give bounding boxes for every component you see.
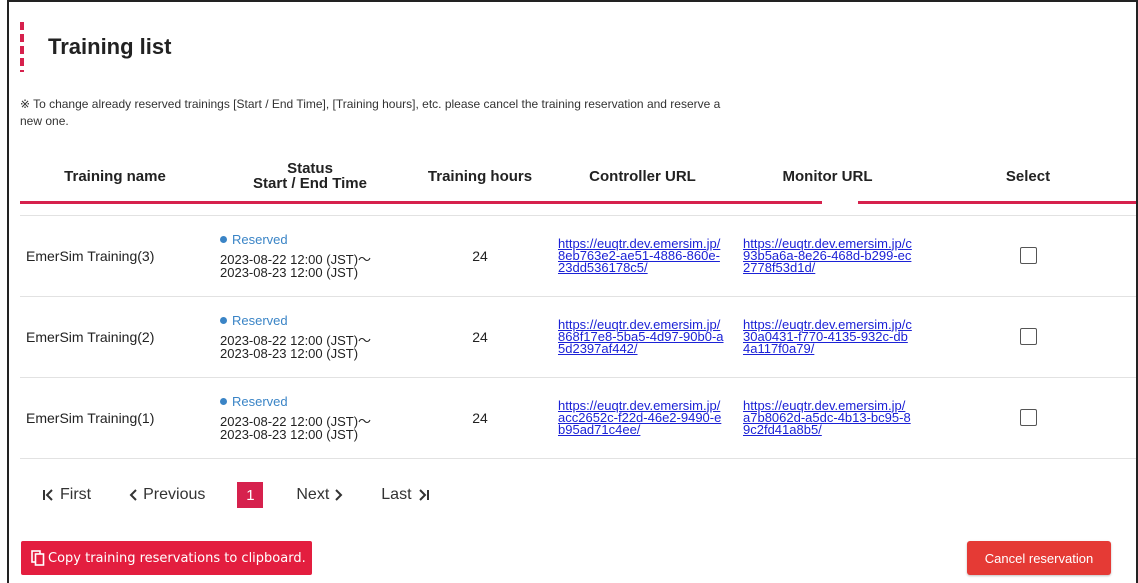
status-dot-icon	[220, 398, 227, 405]
table-header-row: Training name Status Start / End Time Tr…	[20, 152, 1136, 204]
chevron-left-icon	[129, 489, 137, 501]
monitor-url-link[interactable]: https://euqtr.dev.emersim.jp/a7b8062d-a5…	[743, 399, 912, 436]
controller-url-link[interactable]: https://euqtr.dev.emersim.jp/8eb763e2-ae…	[558, 237, 727, 274]
copy-reservations-label: Copy training reservations to clipboard.	[48, 550, 306, 566]
end-time: 2023-08-23 12:00 (JST)	[220, 265, 359, 280]
end-time: 2023-08-23 12:00 (JST)	[220, 346, 359, 361]
column-header-monitor-url: Monitor URL	[735, 152, 920, 204]
monitor-url-link[interactable]: https://euqtr.dev.emersim.jp/c30a0431-f7…	[743, 318, 912, 355]
column-header-indicator	[821, 200, 858, 204]
cancel-reservation-button[interactable]: Cancel reservation	[967, 541, 1111, 575]
chevron-bar-right-icon	[418, 489, 429, 501]
training-name: EmerSim Training(2)	[26, 328, 155, 345]
status-cell: Reserved 2023-08-22 12:00 (JST)～ 2023-08…	[210, 215, 410, 296]
pager-first-label: First	[60, 486, 92, 503]
pager-previous-label: Previous	[143, 486, 206, 503]
table-row: EmerSim Training(3) Reserved 2023-08-22 …	[20, 215, 1136, 296]
pager-first-button[interactable]: First	[38, 486, 91, 504]
controller-url-cell: https://euqtr.dev.emersim.jp/8eb763e2-ae…	[550, 215, 735, 296]
column-header-status-line2: Start / End Time	[253, 175, 367, 193]
pager-next-label: Next	[296, 486, 330, 503]
copy-icon	[31, 550, 45, 566]
notice-body: To change already reserved trainings [St…	[20, 97, 721, 128]
notice-mark: ※	[20, 97, 31, 111]
monitor-url-cell: https://euqtr.dev.emersim.jp/c93b5a6a-8e…	[735, 215, 920, 296]
column-header-training-name: Training name	[64, 167, 166, 185]
page-title: Training list	[48, 34, 172, 59]
training-name: EmerSim Training(3)	[26, 247, 155, 264]
status-label: Reserved	[232, 313, 288, 328]
chevron-right-icon	[335, 489, 343, 501]
select-cell	[920, 377, 1136, 458]
table-spacer-row	[20, 202, 1136, 216]
pagination: First Previous 1 Next Last	[38, 482, 466, 508]
controller-url-link[interactable]: https://euqtr.dev.emersim.jp/868f17e8-5b…	[558, 318, 727, 355]
training-table: Training name Status Start / End Time Tr…	[20, 152, 1136, 459]
training-hours: 24	[472, 409, 488, 426]
status-dot-icon	[220, 317, 227, 324]
end-time: 2023-08-23 12:00 (JST)	[220, 427, 359, 442]
controller-url-cell: https://euqtr.dev.emersim.jp/868f17e8-5b…	[550, 296, 735, 377]
column-header-select: Select	[1005, 167, 1051, 185]
select-checkbox[interactable]	[1019, 247, 1037, 265]
copy-reservations-button[interactable]: Copy training reservations to clipboard.	[21, 541, 312, 575]
status-badge: Reserved	[220, 313, 410, 328]
monitor-url-link[interactable]: https://euqtr.dev.emersim.jp/c93b5a6a-8e…	[743, 237, 912, 274]
select-checkbox[interactable]	[1019, 328, 1037, 346]
status-label: Reserved	[232, 394, 288, 409]
pager-next-button[interactable]: Next	[296, 486, 349, 504]
monitor-url-cell: https://euqtr.dev.emersim.jp/a7b8062d-a5…	[735, 377, 920, 458]
status-dot-icon	[220, 236, 227, 243]
chevron-bar-left-icon	[43, 489, 53, 501]
column-header-training-hours: Training hours	[427, 167, 533, 185]
status-label: Reserved	[232, 232, 288, 247]
training-hours: 24	[472, 328, 488, 345]
pager-last-button[interactable]: Last	[381, 486, 433, 504]
notice-text: ※ To change already reserved trainings [S…	[20, 96, 740, 130]
pager-previous-button[interactable]: Previous	[123, 486, 205, 504]
training-hours: 24	[472, 247, 488, 264]
column-header-status: Status Start / End Time	[210, 152, 410, 202]
pager-current-page[interactable]: 1	[237, 482, 264, 508]
controller-url-cell: https://euqtr.dev.emersim.jp/acc2652c-f2…	[550, 377, 735, 458]
select-cell	[920, 296, 1136, 377]
controller-url-link[interactable]: https://euqtr.dev.emersim.jp/acc2652c-f2…	[558, 399, 727, 436]
table-row: EmerSim Training(1) Reserved 2023-08-22 …	[20, 377, 1136, 458]
title-accent-bar	[20, 22, 24, 72]
select-checkbox[interactable]	[1019, 409, 1037, 427]
table-row: EmerSim Training(2) Reserved 2023-08-22 …	[20, 296, 1136, 377]
training-name: EmerSim Training(1)	[26, 409, 155, 426]
status-cell: Reserved 2023-08-22 12:00 (JST)～ 2023-08…	[210, 296, 410, 377]
status-cell: Reserved 2023-08-22 12:00 (JST)～ 2023-08…	[210, 377, 410, 458]
status-badge: Reserved	[220, 394, 410, 409]
pager-last-label: Last	[381, 486, 412, 503]
select-cell	[920, 215, 1136, 296]
status-badge: Reserved	[220, 232, 410, 247]
column-header-monitor-url-label: Monitor URL	[782, 167, 873, 185]
column-header-controller-url: Controller URL	[589, 167, 696, 185]
table-spacer	[20, 202, 1136, 216]
monitor-url-cell: https://euqtr.dev.emersim.jp/c30a0431-f7…	[735, 296, 920, 377]
column-header-status-line1: Status	[287, 160, 333, 178]
